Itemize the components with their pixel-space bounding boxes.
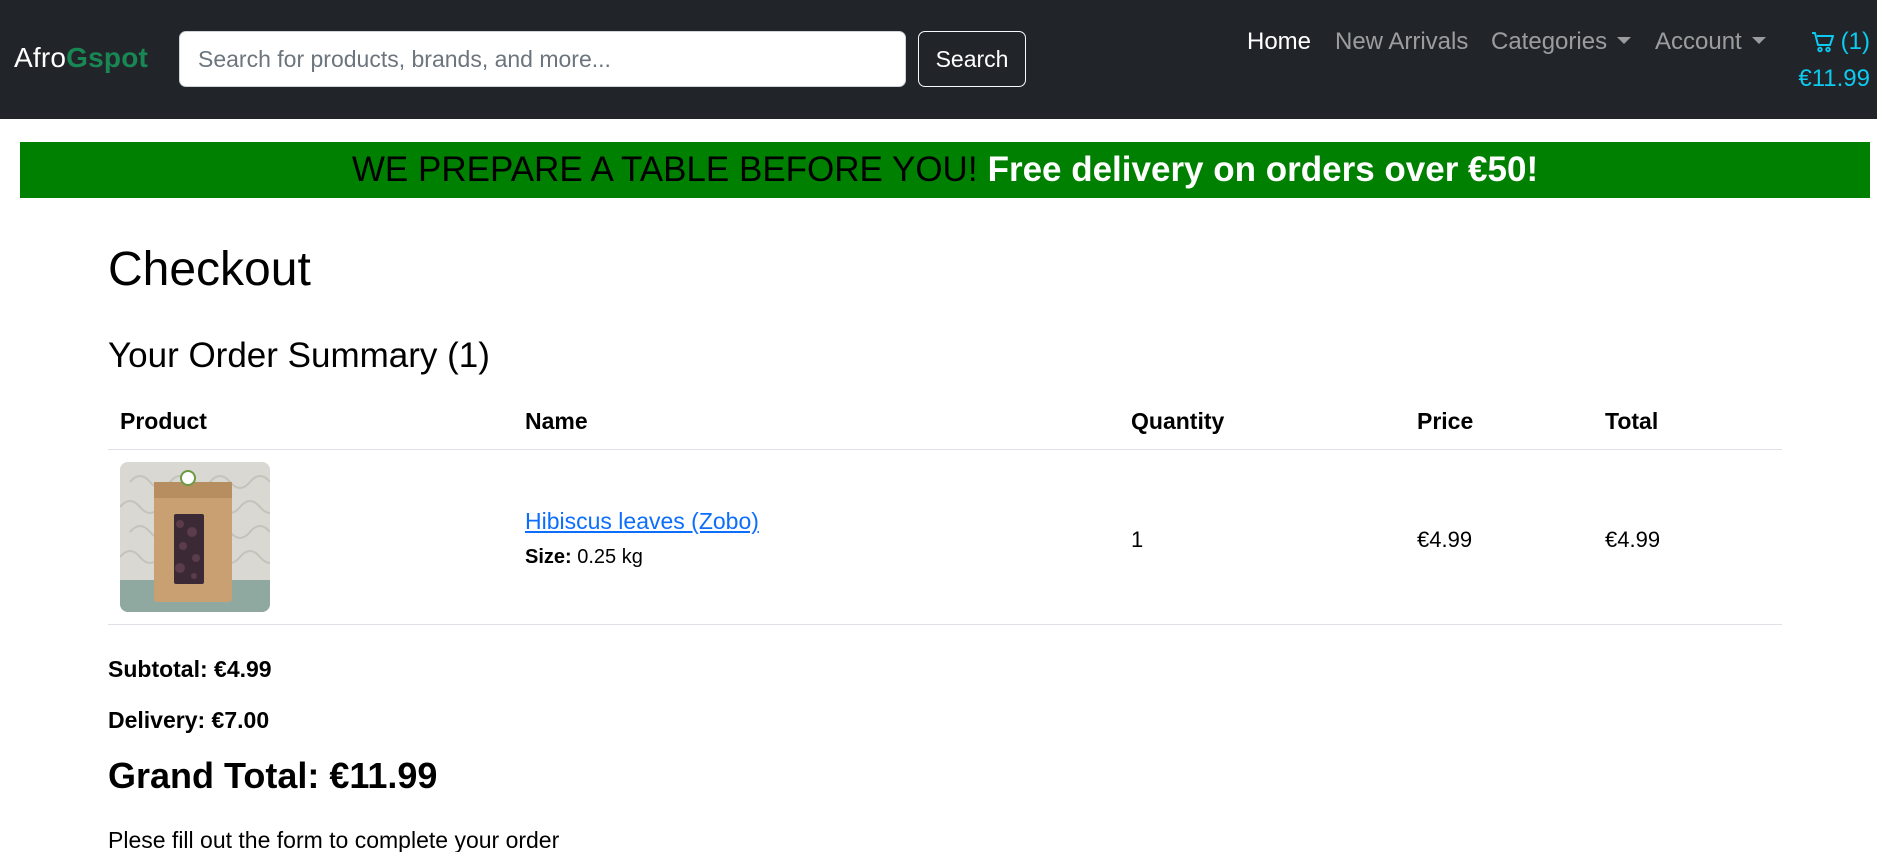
cart-icon [1811, 32, 1834, 53]
cart-count: (1) [1840, 28, 1870, 55]
column-header-total: Total [1605, 408, 1659, 434]
delivery-fee: Delivery: €7.00 [108, 707, 270, 733]
product-photo [120, 462, 270, 612]
product-total: €4.99 [1605, 527, 1661, 552]
nav-link-home[interactable]: Home [1247, 28, 1311, 56]
nav-dropdown-account-label: Account [1655, 28, 1742, 55]
brand-logo[interactable]: AfroGspot [14, 42, 148, 74]
cart-button[interactable]: (1) €11.99 [1790, 28, 1870, 93]
column-header-quantity: Quantity [1131, 408, 1225, 434]
column-header-price: Price [1417, 408, 1474, 434]
page-title: Checkout [108, 243, 311, 296]
nav-dropdown-account[interactable]: Account [1655, 28, 1766, 56]
promo-free-delivery: Free delivery on orders over €50! [987, 150, 1539, 189]
nav-dropdown-categories-label: Categories [1491, 28, 1608, 55]
cart-total: €11.99 [1798, 65, 1870, 92]
product-image[interactable] [120, 462, 270, 612]
nav-link-new-arrivals[interactable]: New Arrivals [1335, 28, 1468, 56]
brand-text-gspot: Gspot [66, 42, 149, 73]
table-divider [108, 624, 1782, 625]
table-divider [108, 449, 1782, 450]
product-size-value: 0.25 kg [577, 546, 643, 568]
brand-text-afro: Afro [14, 42, 67, 73]
product-name-link[interactable]: Hibiscus leaves (Zobo) [525, 508, 759, 535]
product-price: €4.99 [1417, 527, 1473, 552]
subtotal: Subtotal: €4.99 [108, 656, 272, 682]
product-size: Size: 0.25 kg [525, 546, 643, 569]
search-input[interactable] [179, 31, 906, 87]
column-header-name: Name [525, 408, 588, 434]
product-size-label: Size: [525, 546, 572, 568]
chevron-down-icon [1617, 37, 1632, 44]
search-button[interactable]: Search [918, 31, 1026, 87]
column-header-product: Product [120, 408, 207, 434]
promo-slogan: WE PREPARE A TABLE BEFORE YOU! [351, 150, 978, 189]
grand-total: Grand Total: €11.99 [108, 755, 438, 796]
promo-banner: WE PREPARE A TABLE BEFORE YOU! Free deli… [20, 142, 1870, 198]
nav-dropdown-categories[interactable]: Categories [1491, 28, 1632, 56]
product-quantity: 1 [1131, 527, 1144, 552]
form-instructions: Plese fill out the form to complete your… [108, 827, 560, 852]
navbar: AfroGspot Search Home New Arrivals Categ… [0, 0, 1877, 119]
order-summary-title: Your Order Summary (1) [108, 336, 490, 375]
chevron-down-icon [1751, 37, 1766, 44]
